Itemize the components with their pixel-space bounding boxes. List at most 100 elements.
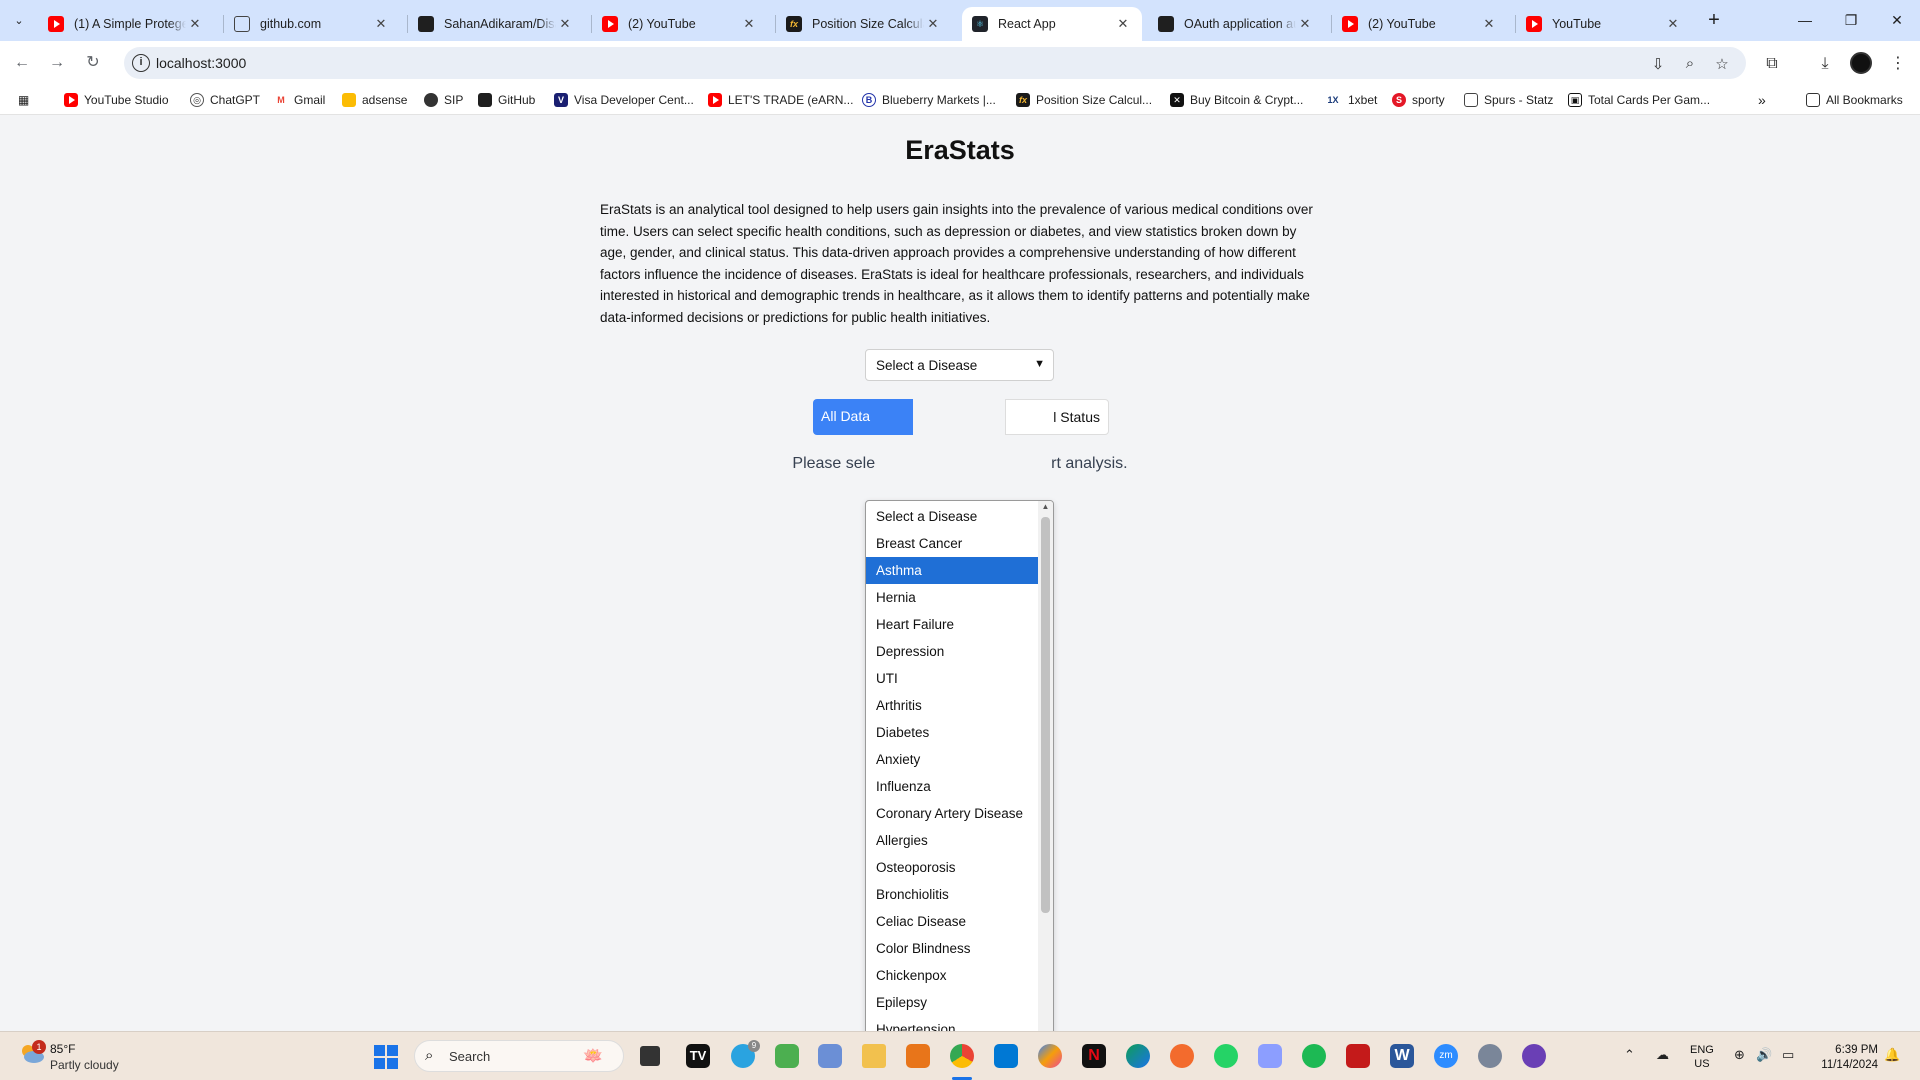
network-icon[interactable]: ⊕: [1734, 1047, 1745, 1063]
close-tab-icon[interactable]: ✕: [924, 16, 942, 32]
weather-temp[interactable]: 85°F: [50, 1042, 75, 1056]
zoom-icon[interactable]: ⌕: [1680, 55, 1700, 73]
tab-5[interactable]: fx Position Size Calculat ✕: [776, 7, 952, 41]
netflix-icon[interactable]: N: [1082, 1044, 1106, 1068]
dropdown-option[interactable]: Diabetes: [866, 719, 1038, 746]
file-explorer-icon[interactable]: [862, 1044, 886, 1068]
close-tab-icon[interactable]: ✕: [1114, 16, 1132, 32]
close-tab-icon[interactable]: ✕: [1480, 16, 1498, 32]
dropdown-option[interactable]: Chickenpox: [866, 962, 1038, 989]
zoom-app-icon[interactable]: zm: [1434, 1044, 1458, 1068]
tab-3[interactable]: SahanAdikaram/Disa ✕: [408, 7, 584, 41]
forward-icon[interactable]: →: [45, 51, 69, 75]
dropdown-option[interactable]: Osteoporosis: [866, 854, 1038, 881]
tab-9[interactable]: YouTube ✕: [1516, 7, 1692, 41]
bookmark-github[interactable]: GitHub: [478, 91, 535, 109]
taskbar-search[interactable]: ⌕ Search 🪷: [414, 1040, 624, 1072]
tab-search-chevron-icon[interactable]: ⌄: [8, 9, 30, 31]
url-text[interactable]: localhost:3000: [156, 55, 246, 71]
podcast-app-icon[interactable]: [1522, 1044, 1546, 1068]
tab-1[interactable]: (1) A Simple Protege ✕: [38, 7, 214, 41]
apps-grid-icon[interactable]: ▦: [18, 91, 29, 109]
whatsapp-icon[interactable]: [1214, 1044, 1238, 1068]
tab-6-active[interactable]: ⚛ React App ✕: [962, 7, 1142, 41]
site-info-icon[interactable]: i: [132, 54, 150, 72]
tab-4[interactable]: (2) YouTube ✕: [592, 7, 768, 41]
close-tab-icon[interactable]: ✕: [372, 16, 390, 32]
disease-select[interactable]: Select a Disease ▼: [865, 349, 1054, 381]
dropdown-option[interactable]: Celiac Disease: [866, 908, 1038, 935]
clinical-status-button[interactable]: l Status: [1005, 399, 1109, 435]
restore-icon[interactable]: ❐: [1828, 6, 1874, 34]
all-bookmarks-button[interactable]: All Bookmarks: [1806, 91, 1903, 109]
dropdown-option[interactable]: Breast Cancer: [866, 530, 1038, 557]
settings-gear-icon[interactable]: [1478, 1044, 1502, 1068]
volume-icon[interactable]: 🔊: [1756, 1047, 1772, 1063]
reload-icon[interactable]: ↻: [81, 51, 105, 75]
disease-dropdown-list[interactable]: Select a Disease Breast Cancer Asthma He…: [865, 500, 1054, 1040]
bookmark-sporty[interactable]: Ssporty: [1392, 91, 1445, 109]
back-icon[interactable]: ←: [10, 51, 34, 75]
dropdown-option[interactable]: Epilepsy: [866, 989, 1038, 1016]
dropdown-option[interactable]: Depression: [866, 638, 1038, 665]
chrome-icon[interactable]: [950, 1044, 974, 1068]
dropdown-option[interactable]: Anxiety: [866, 746, 1038, 773]
close-tab-icon[interactable]: ✕: [556, 16, 574, 32]
scroll-up-icon[interactable]: ▲: [1041, 502, 1050, 511]
task-view-icon[interactable]: [640, 1046, 660, 1066]
dropdown-option[interactable]: Coronary Artery Disease: [866, 800, 1038, 827]
dropdown-option[interactable]: Bronchiolitis: [866, 881, 1038, 908]
language-indicator[interactable]: ENG US: [1690, 1043, 1714, 1071]
close-tab-icon[interactable]: ✕: [1664, 16, 1682, 32]
dropdown-option[interactable]: Heart Failure: [866, 611, 1038, 638]
menu-kebab-icon[interactable]: ⋮: [1888, 54, 1908, 74]
address-bar[interactable]: i localhost:3000 ⇩ ⌕ ☆: [124, 47, 1746, 79]
dropdown-option[interactable]: Color Blindness: [866, 935, 1038, 962]
bookmark-lets-trade[interactable]: LET'S TRADE (eARN...: [708, 91, 853, 109]
bookmark-visa[interactable]: V Visa Developer Cent...: [554, 91, 694, 109]
bookmark-total-cards[interactable]: ▣ Total Cards Per Gam...: [1568, 91, 1710, 109]
close-tab-icon[interactable]: ✕: [740, 16, 758, 32]
scrollbar-thumb[interactable]: [1041, 517, 1050, 913]
tray-chevron-up-icon[interactable]: ⌃: [1624, 1047, 1635, 1063]
bookmark-buy-bitcoin[interactable]: ✕ Buy Bitcoin & Crypt...: [1170, 91, 1303, 109]
avatar[interactable]: [1850, 52, 1872, 74]
recycle-app-icon[interactable]: [775, 1044, 799, 1068]
tab-2[interactable]: github.com ✕: [224, 7, 400, 41]
close-tab-icon[interactable]: ✕: [186, 16, 204, 32]
bookmark-star-icon[interactable]: ☆: [1712, 55, 1732, 73]
sublime-text-icon[interactable]: [906, 1044, 930, 1068]
bookmark-gmail[interactable]: M Gmail: [274, 91, 325, 109]
system-clock[interactable]: 6:39 PM 11/14/2024: [1820, 1043, 1878, 1073]
weather-desc[interactable]: Partly cloudy: [50, 1058, 119, 1072]
dropdown-option[interactable]: Arthritis: [866, 692, 1038, 719]
edge-icon[interactable]: [1126, 1044, 1150, 1068]
tradingview-icon[interactable]: TV: [686, 1044, 710, 1068]
dropdown-scrollbar[interactable]: ▲ ▼: [1038, 501, 1053, 1039]
extensions-icon[interactable]: ⧉: [1762, 54, 1782, 74]
vscode-icon[interactable]: [994, 1044, 1018, 1068]
dropdown-option[interactable]: Hernia: [866, 584, 1038, 611]
pen-app-icon[interactable]: [818, 1044, 842, 1068]
notification-bell-icon[interactable]: 🔔: [1884, 1047, 1900, 1063]
tab-7[interactable]: OAuth application au ✕: [1148, 7, 1324, 41]
bookmark-youtube-studio[interactable]: YouTube Studio: [64, 91, 169, 109]
dropdown-option[interactable]: UTI: [866, 665, 1038, 692]
close-window-icon[interactable]: ✕: [1874, 6, 1920, 34]
bookmark-position-size[interactable]: fx Position Size Calcul...: [1016, 91, 1152, 109]
postman-icon[interactable]: [1170, 1044, 1194, 1068]
dropdown-option[interactable]: Allergies: [866, 827, 1038, 854]
bookmark-blueberry[interactable]: B Blueberry Markets |...: [862, 91, 996, 109]
game-controller-icon[interactable]: [1258, 1044, 1282, 1068]
bookmark-sip[interactable]: SIP: [424, 91, 463, 109]
close-tab-icon[interactable]: ✕: [1296, 16, 1314, 32]
pdf-reader-icon[interactable]: [1346, 1044, 1370, 1068]
dropdown-option[interactable]: Select a Disease: [866, 503, 1038, 530]
bookmark-1xbet[interactable]: 1X 1xbet: [1324, 91, 1377, 109]
new-tab-button[interactable]: +: [1702, 9, 1726, 31]
dropdown-option[interactable]: Influenza: [866, 773, 1038, 800]
tab-8[interactable]: (2) YouTube ✕: [1332, 7, 1508, 41]
battery-icon[interactable]: ▭: [1782, 1047, 1794, 1063]
bookmark-chatgpt[interactable]: ◎ ChatGPT: [190, 91, 260, 109]
onedrive-icon[interactable]: ☁: [1656, 1047, 1669, 1063]
